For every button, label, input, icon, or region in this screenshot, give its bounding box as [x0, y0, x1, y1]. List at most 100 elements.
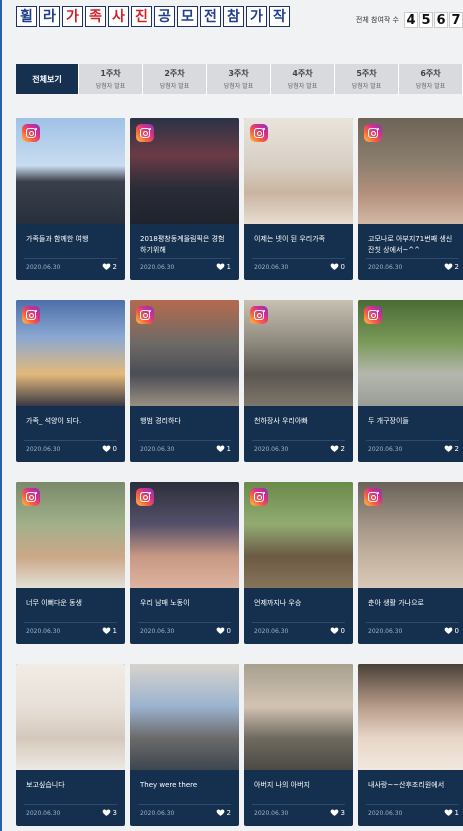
- photo-image[interactable]: [130, 300, 239, 406]
- card-date: 2020.06.30: [368, 810, 403, 817]
- heart-icon: [102, 627, 110, 634]
- photo-image[interactable]: [358, 300, 463, 406]
- title-char: 진: [131, 6, 152, 27]
- card-divider: [138, 622, 231, 623]
- like-button[interactable]: 1: [444, 808, 459, 817]
- like-count: 3: [112, 808, 117, 817]
- tab-label: 2주차: [164, 69, 185, 78]
- like-button[interactable]: 1: [102, 626, 117, 635]
- card-divider: [252, 440, 345, 441]
- photo-card[interactable]: 두 개구장이들 2020.06.30 2: [358, 300, 463, 462]
- tab-all[interactable]: 전체보기: [16, 64, 79, 94]
- photo-card[interactable]: 행범 경리하다 2020.06.30 1: [130, 300, 239, 462]
- tab-week-5[interactable]: 5주차 당첨자 발표: [335, 64, 399, 94]
- tab-sublabel: 당첨자 발표: [223, 83, 254, 90]
- card-caption: 아버지 나의 아버지: [254, 781, 310, 789]
- tab-week-2[interactable]: 2주차 당첨자 발표: [143, 64, 207, 94]
- card-caption: 가족_ 석양이 되다.: [26, 417, 82, 425]
- card-divider: [138, 258, 231, 259]
- tab-label: 4주차: [292, 69, 313, 78]
- like-button[interactable]: 2: [444, 444, 459, 453]
- card-divider: [252, 804, 345, 805]
- photo-image[interactable]: [16, 300, 125, 406]
- photo-image[interactable]: [244, 300, 353, 406]
- photo-card[interactable]: 2018평창동계올림픽은 경험 하기위해 2020.06.30 1: [130, 118, 239, 280]
- tab-week-3[interactable]: 3주차 당첨자 발표: [207, 64, 271, 94]
- entries-digit: 5: [419, 12, 433, 28]
- like-count: 1: [112, 626, 117, 635]
- photo-image[interactable]: [358, 664, 463, 770]
- photo-card[interactable]: 천하장사 우리아빠 2020.06.30 2: [244, 300, 353, 462]
- card-date: 2020.06.30: [26, 810, 61, 817]
- photo-image[interactable]: [130, 664, 239, 770]
- photo-card[interactable]: 우리 남매 노동이 2020.06.30 0: [130, 482, 239, 644]
- heart-icon: [330, 627, 338, 634]
- like-button[interactable]: 3: [102, 808, 117, 817]
- card-divider: [252, 258, 345, 259]
- photo-image[interactable]: [16, 118, 125, 224]
- photo-card[interactable]: 너무 이뻐다운 동생 2020.06.30 1: [16, 482, 125, 644]
- photo-card[interactable]: 춘아 생활 가나으로 2020.06.30 0: [358, 482, 463, 644]
- like-button[interactable]: 3: [330, 808, 345, 817]
- card-caption: 천하장사 우리아빠: [254, 417, 308, 425]
- photo-image[interactable]: [358, 482, 463, 588]
- photo-image[interactable]: [130, 482, 239, 588]
- card-date: 2020.06.30: [254, 446, 289, 453]
- tab-week-4[interactable]: 4주차당첨자 발표: [271, 64, 335, 94]
- card-divider: [138, 440, 231, 441]
- instagram-icon: [250, 488, 268, 506]
- like-button[interactable]: 0: [102, 444, 117, 453]
- like-button[interactable]: 0: [330, 262, 345, 271]
- photo-card[interactable]: 언제까지나 우승 2020.06.30 0: [244, 482, 353, 644]
- like-button[interactable]: 0: [330, 626, 345, 635]
- like-button[interactable]: 0: [444, 626, 459, 635]
- like-button[interactable]: 2: [444, 262, 459, 271]
- card-caption: 행범 경리하다: [140, 417, 181, 425]
- photo-image[interactable]: [358, 118, 463, 224]
- like-button[interactable]: 0: [216, 626, 231, 635]
- photo-card[interactable]: 가족_ 석양이 되다. 2020.06.30 0: [16, 300, 125, 462]
- photo-card[interactable]: 보고싶습니다 2020.06.30 3: [16, 664, 125, 826]
- tab-label: 6주차: [420, 69, 441, 78]
- card-date: 2020.06.30: [368, 628, 403, 635]
- like-count: 2: [112, 262, 117, 271]
- instagram-icon: [364, 488, 382, 506]
- photo-image[interactable]: [244, 664, 353, 770]
- photo-image[interactable]: [244, 482, 353, 588]
- card-caption: They were there: [140, 781, 198, 789]
- tab-week-1[interactable]: 1주차 당첨자 발표: [79, 64, 143, 94]
- photo-card[interactable]: 이제는 넷이 된 우리가족 2020.06.30 0: [244, 118, 353, 280]
- heart-icon: [216, 809, 224, 816]
- like-button[interactable]: 1: [216, 262, 231, 271]
- photo-card[interactable]: 아버지 나의 아버지 2020.06.30 3: [244, 664, 353, 826]
- photo-card[interactable]: 고모나로 아부지71번째 생신 잔칫 상에서~^^ 2020.06.30 2: [358, 118, 463, 280]
- photo-card[interactable]: 가족들과 함께한 여행 2020.06.30 2: [16, 118, 125, 280]
- title-char: 참: [223, 6, 244, 27]
- photo-image[interactable]: [16, 664, 125, 770]
- photo-card[interactable]: 내사랑~~산후조리원에서 2020.06.30 1: [358, 664, 463, 826]
- like-button[interactable]: 2: [102, 262, 117, 271]
- tab-sublabel: 당첨자 발표: [287, 83, 318, 90]
- photo-image[interactable]: [244, 118, 353, 224]
- card-caption: 2018평창동계올림픽은 경험 하기위해: [140, 235, 225, 254]
- like-count: 2: [454, 444, 459, 453]
- card-caption: 고모나로 아부지71번째 생신 잔칫 상에서~^^: [368, 235, 453, 254]
- card-divider: [138, 804, 231, 805]
- entries-counter: 전체 참여작 수 4 5 6 7: [356, 12, 463, 28]
- heart-icon: [102, 263, 110, 270]
- left-edge-line: [0, 0, 2, 831]
- tab-week-6[interactable]: 6주차 당첨자 발표: [399, 64, 463, 94]
- like-count: 2: [454, 262, 459, 271]
- like-button[interactable]: 2: [330, 444, 345, 453]
- like-button[interactable]: 2: [216, 808, 231, 817]
- card-caption: 우리 남매 노동이: [140, 599, 190, 607]
- photo-image[interactable]: [16, 482, 125, 588]
- like-count: 0: [226, 626, 231, 635]
- card-divider: [366, 440, 459, 441]
- entries-digit: 4: [404, 12, 418, 28]
- photo-card[interactable]: They were there 2020.06.30 2: [130, 664, 239, 826]
- instagram-icon: [364, 306, 382, 324]
- like-button[interactable]: 1: [216, 444, 231, 453]
- heart-icon: [444, 809, 452, 816]
- photo-image[interactable]: [130, 118, 239, 224]
